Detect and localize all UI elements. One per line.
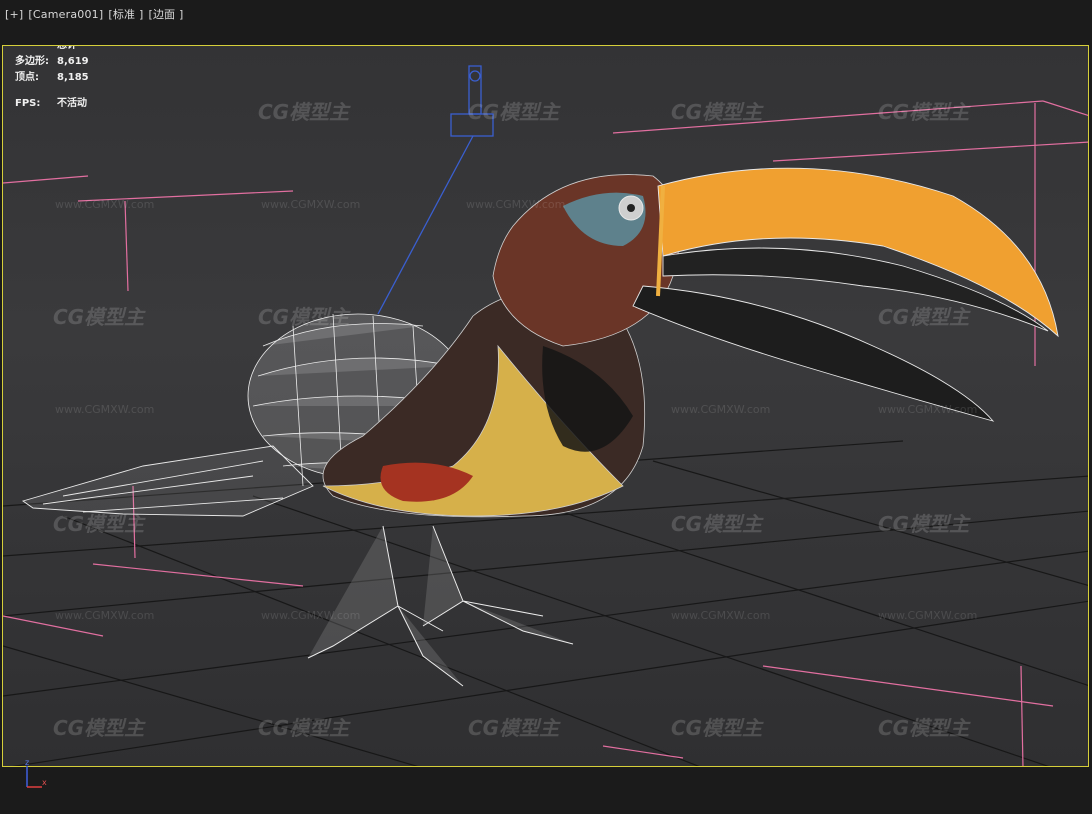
watermark-url: www.CGMXW.com <box>671 403 771 416</box>
stats-polygons-row: 多边形: 8,619 <box>15 54 89 70</box>
watermark-url: www.CGMXW.com <box>261 609 361 622</box>
stats-fps-value: 不活动 <box>57 98 87 109</box>
viewport-label-menu[interactable]: [+] [Camera001] [标准 ] [边面 ] <box>5 6 189 22</box>
watermark-logo: CG模型主 <box>468 716 560 740</box>
stats-header: 总计 <box>57 45 77 51</box>
watermark-url: www.CGMXW.com <box>55 198 155 211</box>
watermark-logo: CG模型主 <box>878 716 970 740</box>
watermark-url: www.CGMXW.com <box>878 403 978 416</box>
viewport-plus-menu[interactable]: [+] <box>5 8 23 21</box>
watermark-logo: CG模型主 <box>468 100 560 124</box>
watermark-url: www.CGMXW.com <box>466 198 566 211</box>
watermark-logo: CG模型主 <box>258 716 350 740</box>
watermark-logo: CG模型主 <box>671 100 763 124</box>
viewport-camera-menu[interactable]: [Camera001] <box>28 8 103 21</box>
watermark-url: www.CGMXW.com <box>671 609 771 622</box>
stats-overlay: 总计 多边形: 8,619 顶点: 8,185 FPS: 不活动 <box>15 45 89 112</box>
watermark-url: www.CGMXW.com <box>878 609 978 622</box>
stats-fps-label: FPS: <box>15 98 41 109</box>
watermark-logo: CG模型主 <box>53 512 145 536</box>
axis-x-label: x <box>42 778 47 787</box>
watermark-url: www.CGMXW.com <box>55 403 155 416</box>
stats-vertices-value: 8,185 <box>57 72 89 83</box>
watermark-url: www.CGMXW.com <box>261 198 361 211</box>
stats-vertices-label: 顶点: <box>15 72 39 83</box>
axis-gizmo: z x <box>25 758 47 788</box>
watermark-logo: CG模型主 <box>878 305 970 329</box>
watermark-logo: CG模型主 <box>258 100 350 124</box>
watermark-logo: CG模型主 <box>53 716 145 740</box>
watermark-url: www.CGMXW.com <box>55 609 155 622</box>
watermark-logo: CG模型主 <box>258 305 350 329</box>
watermark-logo: CG模型主 <box>53 305 145 329</box>
stats-polygons-value: 8,619 <box>57 56 89 67</box>
camera-viewport[interactable]: 总计 多边形: 8,619 顶点: 8,185 FPS: 不活动 CG模型主 C… <box>2 45 1089 767</box>
stats-fps-row: FPS: 不活动 <box>15 96 89 112</box>
watermark-logo: CG模型主 <box>878 512 970 536</box>
watermark-logo: CG模型主 <box>671 716 763 740</box>
watermark-logo: CG模型主 <box>878 100 970 124</box>
stats-polygons-label: 多边形: <box>15 56 49 67</box>
viewport-shading-menu[interactable]: [标准 ] <box>108 8 143 21</box>
axis-z-label: z <box>25 758 29 767</box>
tail-wireframe <box>21 445 314 517</box>
viewport-display-menu[interactable]: [边面 ] <box>148 8 183 21</box>
beak-wireframe <box>632 167 1059 422</box>
watermark-logo: CG模型主 <box>671 512 763 536</box>
stats-vertices-row: 顶点: 8,185 <box>15 70 89 86</box>
legs-wireframe <box>307 525 574 687</box>
